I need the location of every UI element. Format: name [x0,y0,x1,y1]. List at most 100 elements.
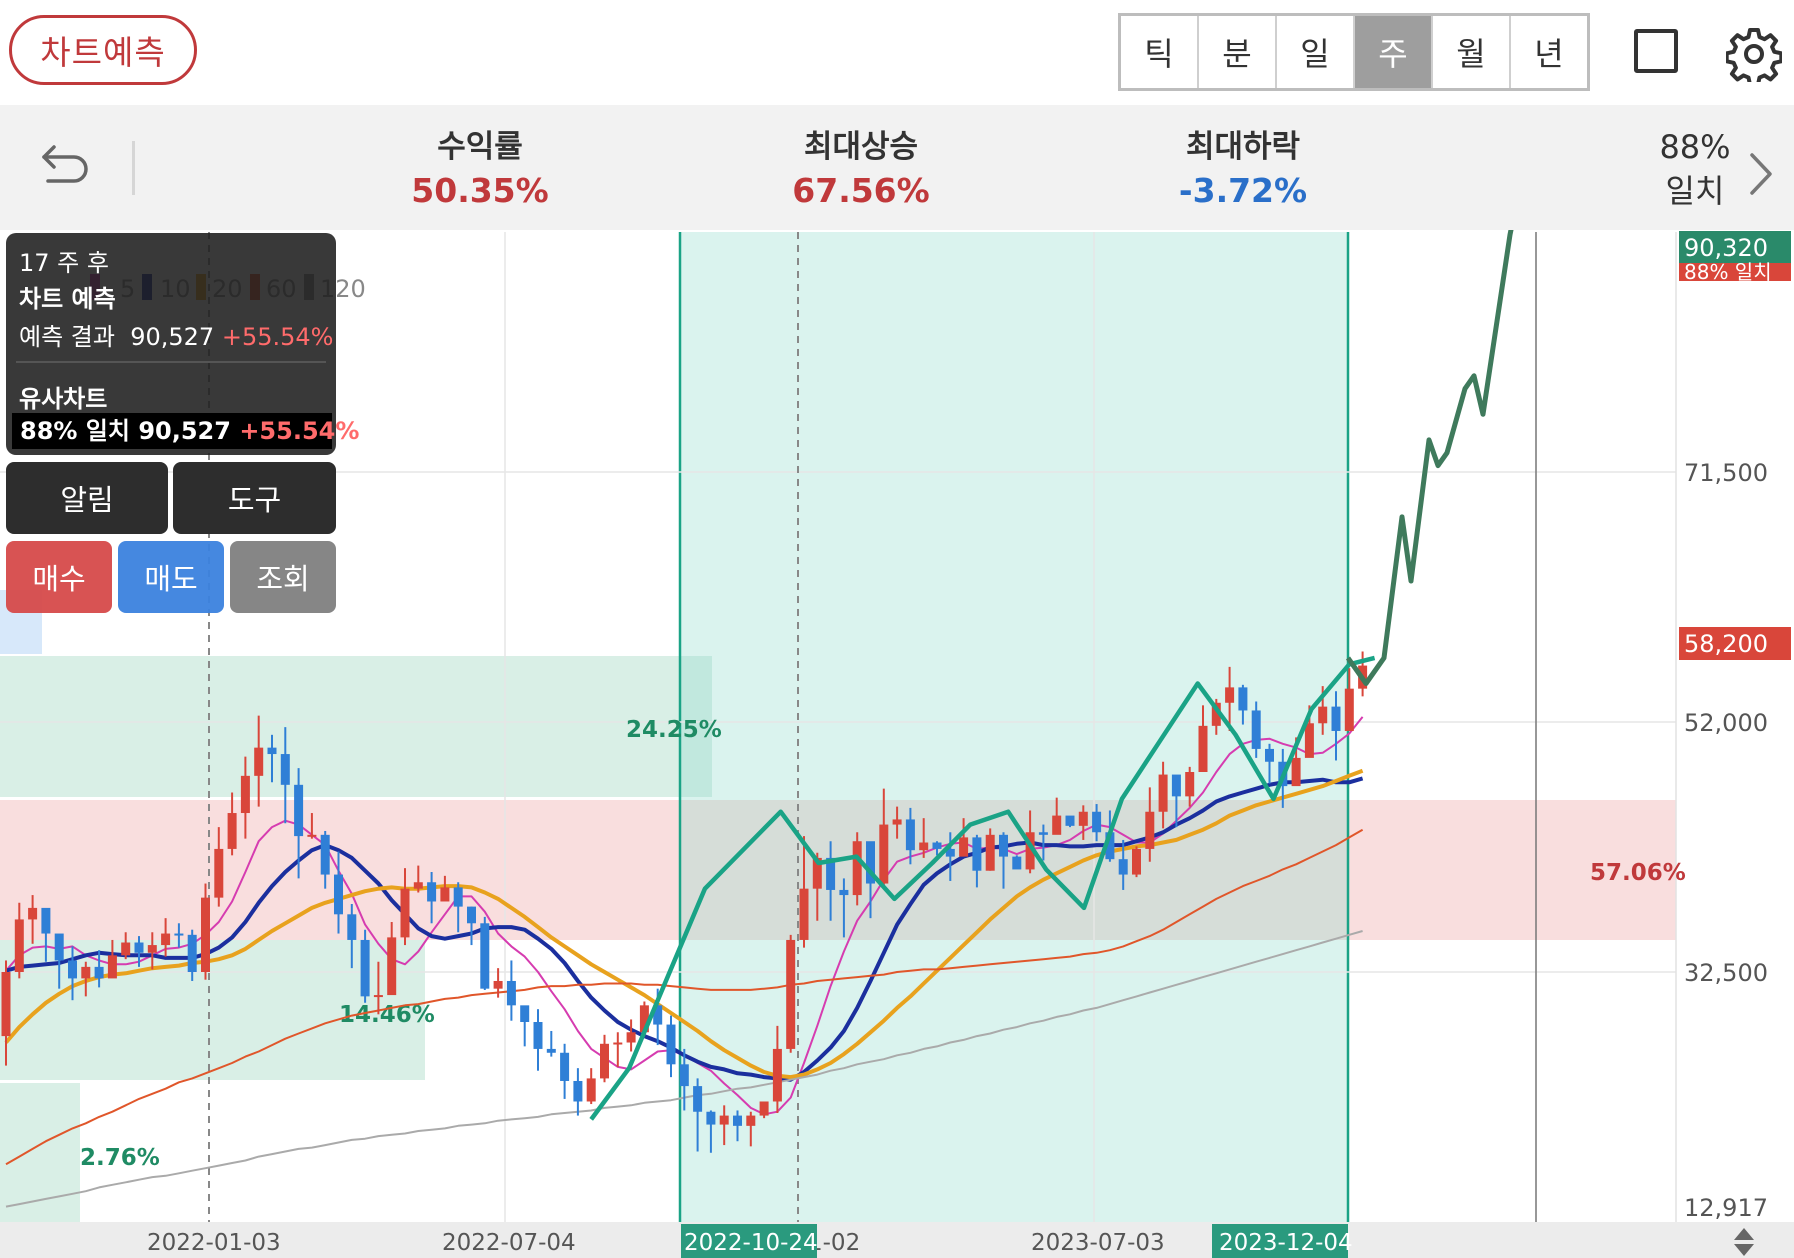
predicted-match-label: 88% 일치 [1684,260,1772,284]
weeks-after-label: 17 주 후 [19,249,109,277]
price-tick-1: 71,500 [1684,459,1768,487]
candle-body [1331,706,1341,731]
candle-body [706,1111,716,1125]
date-badge-end-label: 2023-12-04 [1219,1230,1353,1256]
candle-body [985,834,995,871]
candle-body [693,1086,703,1112]
gear-icon[interactable] [1726,26,1782,82]
price-tick-4: 12,917 [1684,1194,1768,1222]
candle-body [54,933,64,961]
candle-body [1092,811,1102,833]
candle-body [400,888,410,938]
candle-body [999,834,1008,857]
candle-body [107,955,117,979]
candle-body [161,933,171,946]
candle-body [294,784,304,837]
buy-button[interactable]: 매수 [6,541,112,613]
candle-body [892,819,902,825]
candle-body [41,907,51,934]
prediction-result-row: 예측 결과 90,527 +55.54% [19,317,333,352]
date-label-5: 2023-07-03 [1031,1230,1165,1256]
zone-green-top [0,656,712,797]
candle-body [600,1043,609,1079]
candle-body [533,1022,543,1049]
predicted-price-label: 90,320 [1684,234,1768,262]
candle-body [1132,848,1141,875]
candle-body [320,834,330,875]
chart-predict-button[interactable]: 차트예측 [9,15,197,85]
similar-change: +55.54% [239,417,360,445]
date-label-1: 2022-01-03 [147,1230,281,1256]
candle-body [1052,815,1062,835]
candle-body [613,1042,623,1045]
candle-body [1,972,11,1037]
candle-body [334,874,343,915]
candle-body [307,834,317,837]
candle-body [174,933,184,936]
candle-body [626,1032,636,1043]
candle-body [1171,774,1181,797]
candle-body [1078,811,1088,826]
tab-day[interactable]: 일 [1277,16,1355,88]
candle-body [772,1048,782,1102]
candle-body [1238,687,1248,711]
candle-body [134,942,144,953]
result-price: 90,527 [130,323,215,351]
alert-button[interactable]: 알림 [6,462,168,534]
candle-body [1304,723,1314,758]
prediction-polyline [1345,230,1514,686]
candle-body [733,1115,742,1126]
info-divider [16,361,326,363]
candle-body [506,980,516,1006]
candle-body [387,937,397,996]
fullscreen-square-icon[interactable] [1634,29,1678,73]
chevron-right-icon[interactable] [1746,151,1776,197]
prediction-title: 차트 예측 [19,285,116,313]
stat-max-rise: 최대상승 67.56% [731,125,991,213]
date-label-2: 2022-07-04 [442,1230,576,1256]
inquiry-button[interactable]: 조회 [230,541,336,613]
candle-body [240,775,250,814]
candle-body [94,966,104,979]
max-rise-label: 최대상승 [803,129,919,165]
zone-label-2: 2.76% [80,1145,160,1171]
candle-body [573,1080,583,1102]
similar-price: 90,527 [138,417,231,445]
tab-week[interactable]: 주 [1355,16,1433,88]
candle-body [214,848,224,898]
tab-year[interactable]: 년 [1511,16,1587,88]
candle-body [201,897,210,972]
candle-body [14,919,24,972]
candle-body [1118,859,1128,875]
similar-chart-row[interactable]: 88% 일치 90,527 +55.54% [12,413,359,449]
candle-body [1265,748,1274,762]
candle-body [1291,757,1301,787]
profit-value: 50.35% [411,171,549,210]
undo-icon[interactable] [36,137,92,193]
candle-body [68,960,77,979]
zone-label-24: 24.25% [626,717,722,743]
candle-body [879,824,889,884]
tab-month[interactable]: 월 [1433,16,1511,88]
candle-body [254,747,264,776]
candle-body [959,837,969,857]
candle-body [546,1048,556,1053]
zone-label-57: 57.06% [1590,860,1686,886]
period-tabs: 틱 분 일 주 월 년 [1118,13,1590,91]
divider [132,141,135,195]
tab-tick[interactable]: 틱 [1121,16,1199,88]
candle-body [560,1052,570,1081]
candle-body [280,754,290,785]
candle-body [786,939,796,1049]
tool-button[interactable]: 도구 [173,462,336,534]
candle-body [440,887,450,902]
candle-body [905,819,915,851]
candle-body [453,887,463,907]
candle-body [267,747,277,755]
sell-button[interactable]: 매도 [118,541,224,613]
tab-minute[interactable]: 분 [1199,16,1277,88]
candle-body [467,906,476,924]
candle-body [852,841,862,896]
candle-body [1318,706,1328,724]
profit-label: 수익률 [437,129,523,165]
